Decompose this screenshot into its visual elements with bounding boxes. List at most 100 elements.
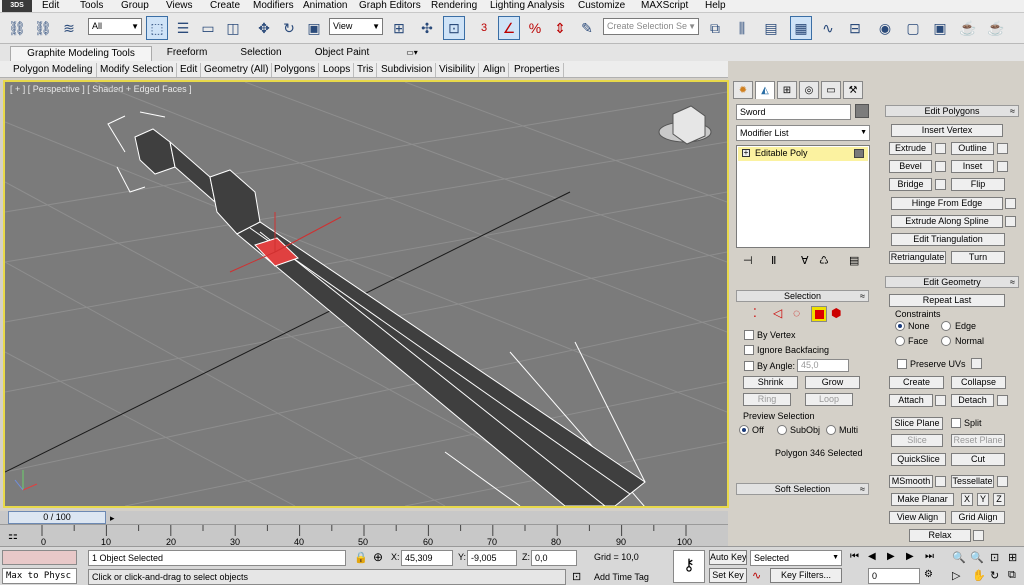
mirror-icon[interactable]: ⧉ xyxy=(704,16,726,40)
schematic-view-icon[interactable]: ⊟ xyxy=(844,16,866,40)
make-planar-button[interactable]: Make Planar xyxy=(891,493,954,506)
menu-graph-editors[interactable]: Graph Editors xyxy=(359,0,421,13)
next-frame-icon[interactable]: ▸ xyxy=(110,513,115,524)
planar-x-button[interactable]: X xyxy=(961,493,973,506)
unlink-icon[interactable]: ⛓ xyxy=(32,16,54,40)
snap-toggle-icon[interactable]: 3 xyxy=(473,16,495,40)
tab-object-paint[interactable]: Object Paint xyxy=(308,46,376,61)
goto-end-icon[interactable]: ⏭ xyxy=(925,551,934,562)
keyboard-shortcut-override-icon[interactable]: ⊡ xyxy=(443,16,465,40)
menu-customize[interactable]: Customize xyxy=(578,0,625,13)
subtab-tris[interactable]: Tris xyxy=(354,63,378,77)
select-manipulate-icon[interactable]: ✣ xyxy=(416,16,438,40)
y-coordinate-field[interactable]: -9,005 xyxy=(467,550,517,566)
inset-settings-icon[interactable] xyxy=(997,161,1008,172)
zoom-extents-icon[interactable]: ⊡ xyxy=(990,551,999,564)
auto-key-button[interactable]: Auto Key xyxy=(709,550,747,565)
ring-button[interactable]: Ring xyxy=(743,393,791,406)
grid-align-button[interactable]: Grid Align xyxy=(951,511,1005,524)
view-align-button[interactable]: View Align xyxy=(889,511,946,524)
menu-rendering[interactable]: Rendering xyxy=(431,0,477,13)
render-production-icon[interactable]: ☕ xyxy=(957,16,979,40)
show-end-result-icon[interactable]: Ⅱ xyxy=(771,254,776,267)
planar-y-button[interactable]: Y xyxy=(977,493,989,506)
ignore-backfacing-checkbox[interactable] xyxy=(744,345,754,355)
grow-button[interactable]: Grow xyxy=(805,376,860,389)
polygon-mode-icon[interactable] xyxy=(811,306,827,322)
turn-button[interactable]: Turn xyxy=(951,251,1005,264)
constraint-edge-radio[interactable] xyxy=(941,321,951,331)
play-icon[interactable]: ▶ xyxy=(887,551,895,562)
display-tab-icon[interactable]: ▭ xyxy=(821,81,841,99)
app-logo[interactable]: 3DS xyxy=(2,0,32,12)
create-button[interactable]: Create xyxy=(889,376,944,389)
goto-start-icon[interactable]: ⏮ xyxy=(850,551,859,562)
maxscript-listener-pink[interactable] xyxy=(2,550,77,565)
zoom-extents-all-icon[interactable]: ⊞ xyxy=(1008,551,1017,564)
perspective-viewport[interactable]: [ + ] [ Perspective ] [ Shaded + Edged F… xyxy=(3,80,729,508)
tessellate-button[interactable]: Tessellate xyxy=(951,475,994,488)
x-coordinate-field[interactable]: 45,309 xyxy=(401,550,453,566)
extrude-spline-settings-icon[interactable] xyxy=(1005,216,1016,227)
z-coordinate-field[interactable]: 0,0 xyxy=(531,550,577,566)
motion-tab-icon[interactable]: ◎ xyxy=(799,81,819,99)
menu-tools[interactable]: Tools xyxy=(80,0,103,13)
hierarchy-tab-icon[interactable]: ⊞ xyxy=(777,81,797,99)
time-slider-thumb[interactable]: 0 / 100 xyxy=(8,511,106,524)
tab-freeform[interactable]: Freeform xyxy=(157,46,217,61)
collapse-button[interactable]: Collapse xyxy=(951,376,1006,389)
subtab-polygons[interactable]: Polygons xyxy=(271,63,320,77)
select-by-name-icon[interactable]: ☰ xyxy=(172,16,194,40)
detach-button[interactable]: Detach xyxy=(951,394,994,407)
set-key-button[interactable]: Set Key xyxy=(709,568,747,583)
repeat-last-button[interactable]: Repeat Last xyxy=(889,294,1005,307)
material-editor-icon[interactable]: ◉ xyxy=(874,16,896,40)
subtab-edit[interactable]: Edit xyxy=(177,63,202,77)
by-vertex-checkbox[interactable] xyxy=(744,330,754,340)
pan-icon[interactable]: ✋ xyxy=(972,569,986,582)
vertex-mode-icon[interactable]: ⁚ xyxy=(753,306,757,320)
preview-off-radio[interactable] xyxy=(739,425,749,435)
orbit-icon[interactable]: ↻ xyxy=(990,569,999,582)
planar-z-button[interactable]: Z xyxy=(993,493,1005,506)
cut-button[interactable]: Cut xyxy=(951,453,1005,466)
rendered-frame-icon[interactable]: ▣ xyxy=(929,16,951,40)
preserve-uvs-settings-icon[interactable] xyxy=(971,358,982,369)
menu-edit[interactable]: Edit xyxy=(42,0,59,13)
menu-create[interactable]: Create xyxy=(210,0,240,13)
render-setup-icon[interactable]: ▢ xyxy=(902,16,924,40)
key-icon[interactable]: ⚷ xyxy=(673,550,705,583)
bevel-settings-icon[interactable] xyxy=(935,161,946,172)
bridge-button[interactable]: Bridge xyxy=(889,178,932,191)
reference-coordinate-dropdown[interactable]: View ▼ xyxy=(329,18,383,35)
shrink-button[interactable]: Shrink xyxy=(743,376,798,389)
field-of-view-icon[interactable]: ▷ xyxy=(952,569,960,582)
subtab-polygon-modeling[interactable]: Polygon Modeling xyxy=(10,63,97,77)
select-object-icon[interactable]: ⬚ xyxy=(146,16,168,40)
attach-button[interactable]: Attach xyxy=(889,394,933,407)
zoom-all-icon[interactable]: 🔍 xyxy=(970,551,984,564)
preview-multi-radio[interactable] xyxy=(826,425,836,435)
move-icon[interactable]: ✥ xyxy=(253,16,275,40)
menu-animation[interactable]: Animation xyxy=(303,0,347,13)
current-frame-field[interactable]: 0 xyxy=(868,568,920,584)
modify-tab-icon[interactable]: ◭ xyxy=(755,81,775,99)
extrude-settings-icon[interactable] xyxy=(935,143,946,154)
ribbon-options-icon[interactable]: ▭▾ xyxy=(400,46,424,61)
expand-icon[interactable]: + xyxy=(742,149,750,157)
relax-settings-icon[interactable] xyxy=(973,530,984,541)
configure-modifier-sets-icon[interactable]: ▤ xyxy=(849,254,859,267)
border-mode-icon[interactable]: ◌ xyxy=(793,306,800,320)
layer-manager-icon[interactable]: ▤ xyxy=(760,16,782,40)
maximize-viewport-icon[interactable]: ⧉ xyxy=(1008,569,1016,582)
edit-triangulation-button[interactable]: Edit Triangulation xyxy=(891,233,1005,246)
curve-editor-icon[interactable]: ∿ xyxy=(817,16,839,40)
tab-selection[interactable]: Selection xyxy=(232,46,290,61)
split-checkbox[interactable] xyxy=(951,418,961,428)
subtab-visibility[interactable]: Visibility xyxy=(436,63,479,77)
menu-modifiers[interactable]: Modifiers xyxy=(253,0,294,13)
reset-plane-button[interactable]: Reset Plane xyxy=(951,434,1005,447)
flip-button[interactable]: Flip xyxy=(951,178,1005,191)
slice-button[interactable]: Slice xyxy=(891,434,943,447)
pivot-center-icon[interactable]: ⊞ xyxy=(388,16,410,40)
